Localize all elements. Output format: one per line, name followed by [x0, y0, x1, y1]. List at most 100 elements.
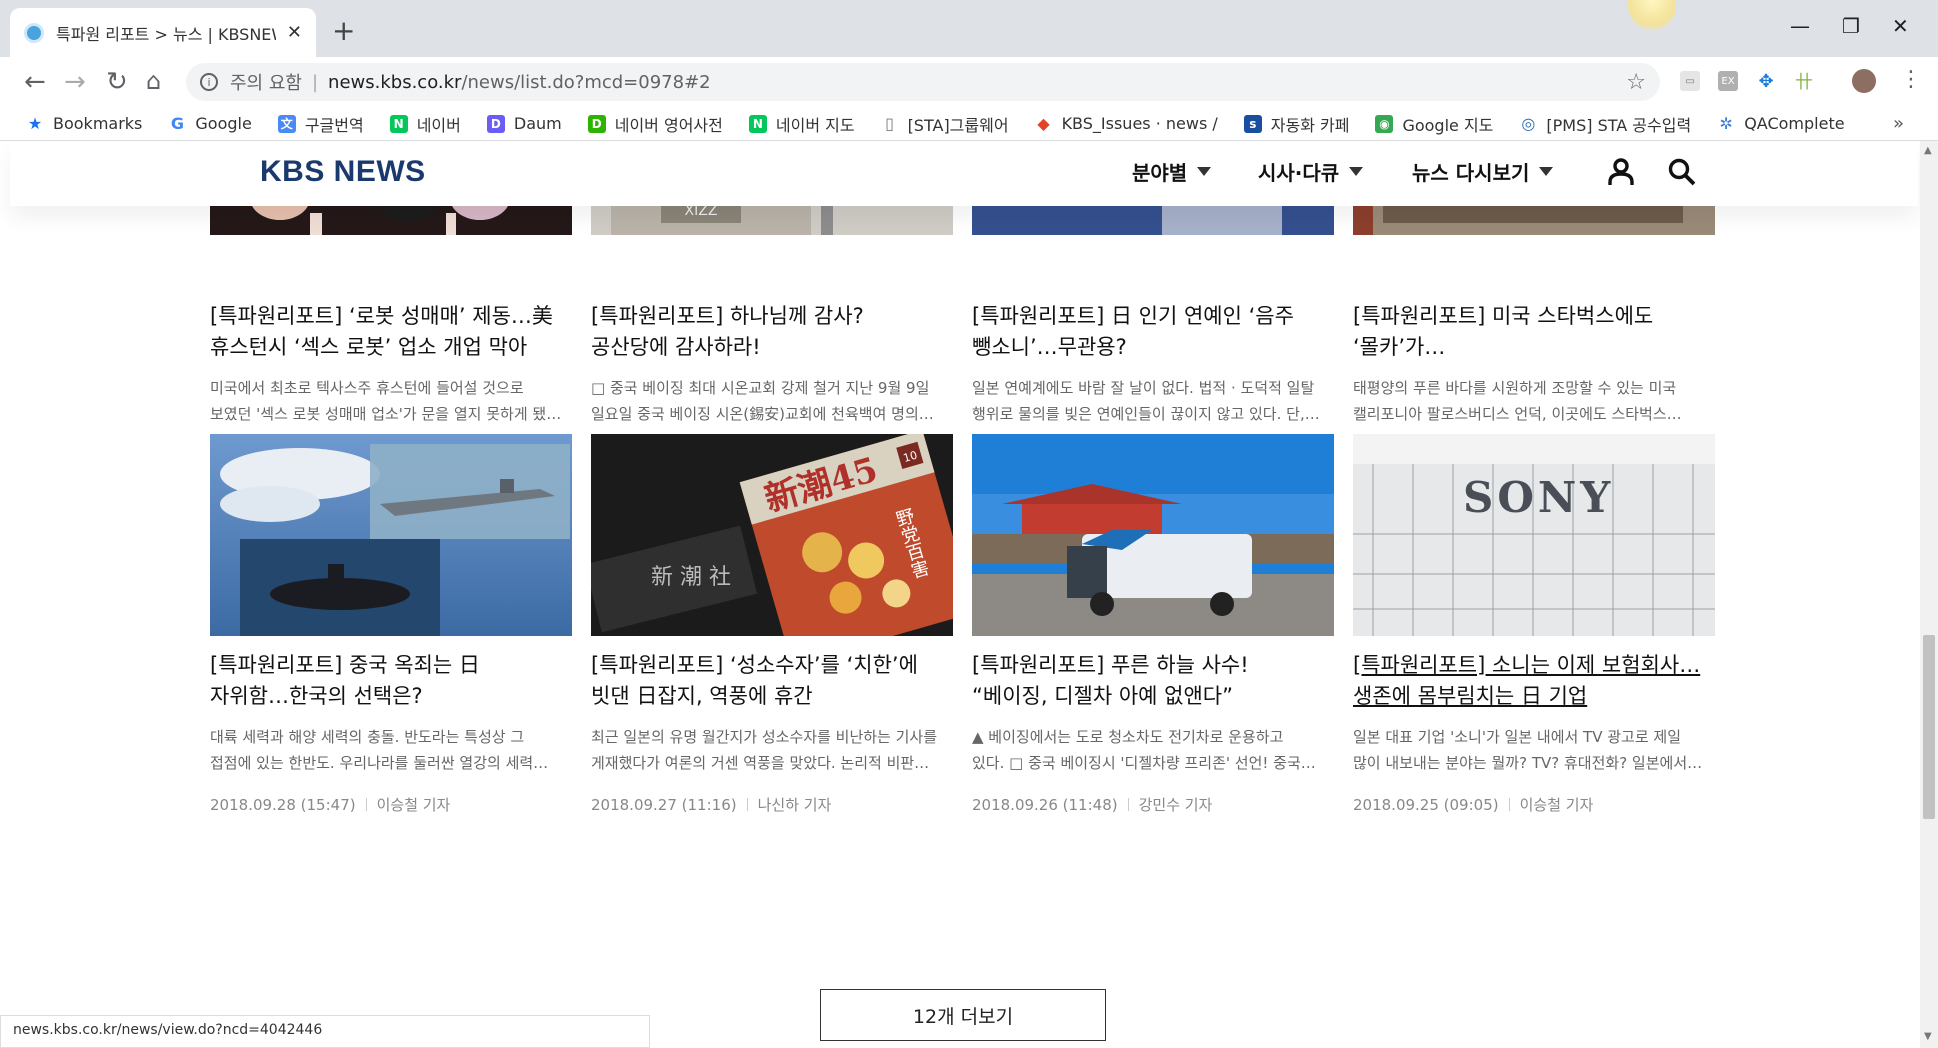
article-summary[interactable]: 미국에서 최초로 텍사스주 휴스턴에 들어설 것으로 보였던 '섹스 로봇 성매매…	[210, 375, 572, 427]
bookmark-item[interactable]: ◎ [PMS] STA 공수입력	[1519, 112, 1691, 136]
extension-icon[interactable]: ▭	[1680, 71, 1700, 91]
address-toolbar: ← → ↻ ⌂ i 주의 요함 | news.kbs.co.kr /news/l…	[0, 57, 1938, 107]
menu-replay[interactable]: 뉴스 다시보기	[1412, 157, 1554, 186]
article-summary[interactable]: 태평양의 푸른 바다를 시원하게 조망할 수 있는 미국캘리포니아 팔로스버디스…	[1353, 375, 1715, 427]
article-thumbnail[interactable]: SONY	[1353, 434, 1715, 636]
gitlab-icon: ◆	[1037, 114, 1050, 133]
bookmark-item[interactable]: G Google	[168, 114, 252, 133]
article-summary[interactable]: 최근 일본의 유명 월간지가 성소수자를 비난하는 기사를 게재했다가 여론의 거…	[591, 724, 953, 776]
arrows-extension-icon[interactable]: ✥	[1756, 71, 1776, 92]
bookmark-star-icon[interactable]: ☆	[1626, 70, 1646, 95]
article-title[interactable]: [특파원리포트] ‘성소수자’를 ‘치한’에 빗댄 日잡지, 역풍에 휴간	[591, 650, 953, 712]
article-summary[interactable]: 일본 연예계에도 바람 잘 날이 없다. 법적 · 도덕적 일탈 행위로 물의를 …	[972, 375, 1334, 427]
article-summary-line: 미국에서 최초로 텍사스주 휴스턴에 들어설 것으로	[210, 379, 524, 397]
bookmark-item[interactable]: 文 구글번역	[277, 112, 364, 136]
bookmark-label: 네이버	[416, 115, 461, 135]
window-close-icon[interactable]: ✕	[1892, 14, 1909, 38]
sign-text: 新 潮 社	[651, 565, 731, 590]
search-icon[interactable]	[1668, 158, 1696, 186]
bookmark-item[interactable]: ★ Bookmarks	[26, 114, 143, 133]
article-summary-line: ▲ 베이징에서는 도로 청소차도 전기차로 운용하고	[972, 728, 1284, 746]
article-meta: 2018.09.26 (11:48) 강민수 기자	[972, 794, 1334, 815]
article-title[interactable]: [특파원리포트] 하나님께 감사? 공산당에 감사하라!	[591, 301, 953, 363]
load-more-button[interactable]: 12개 더보기	[820, 989, 1106, 1041]
new-tab-button[interactable]: +	[332, 14, 355, 47]
bookmark-label: KBS_Issues · news /	[1061, 114, 1218, 133]
menu-category-label: 분야별	[1132, 161, 1188, 185]
info-icon[interactable]: i	[200, 73, 218, 91]
theme-decoration	[1628, 0, 1676, 30]
article-title-line: 생존에 몸부림치는 日 기업	[1353, 684, 1588, 708]
article-title[interactable]: [특파원리포트] 중국 옥죄는 日 자위함…한국의 선택은?	[210, 650, 572, 712]
bookmarks-bar: ★ Bookmarks G Google 文 구글번역 N 네이버 D Daum D 네이버 영어사전…	[0, 107, 1938, 141]
meta-divider	[365, 798, 367, 811]
article-title-line: [특파원리포트] ‘성소수자’를 ‘치한’에	[591, 653, 918, 677]
bookmarks-overflow-icon[interactable]: »	[1893, 113, 1904, 134]
forward-icon[interactable]: →	[64, 67, 86, 97]
user-icon[interactable]	[1608, 158, 1634, 186]
ladder-extension-icon[interactable]: 卄	[1794, 71, 1814, 93]
article-date: 2018.09.28 (15:47)	[210, 796, 356, 814]
scrollbar[interactable]: ▲ ▼	[1920, 141, 1938, 1048]
article-title[interactable]: [특파원리포트] 푸른 하늘 사수! “베이징, 디젤차 아예 없앤다”	[972, 650, 1334, 712]
bookmark-item[interactable]: D 네이버 영어사전	[587, 112, 723, 136]
minimize-icon[interactable]: —	[1790, 14, 1810, 38]
article-summary[interactable]: 대륙 세력과 해양 세력의 충돌. 반도라는 특성상 그 접점에 있는 한반도. …	[210, 724, 572, 776]
url-host: news.kbs.co.kr	[328, 71, 462, 93]
article-reporter: 이승철 기자	[376, 796, 451, 814]
article-summary-line: 많이 내보내는 분야는 뭘까? TV? 휴대전화? 일본에서…	[1353, 754, 1703, 772]
url-path: /news/list.do?mcd=0978#2	[461, 71, 711, 93]
article-reporter: 나신하 기자	[757, 796, 832, 814]
article-reporter: 강민수 기자	[1138, 796, 1213, 814]
ex-extension-icon[interactable]: EX	[1718, 71, 1738, 91]
reload-icon[interactable]: ↻	[106, 67, 128, 97]
article-title[interactable]: [특파원리포트] 소니는 이제 보험회사… 생존에 몸부림치는 日 기업	[1353, 650, 1715, 712]
article-card[interactable]: [특파원리포트] 중국 옥죄는 日 자위함…한국의 선택은? 대륙 세력과 해양 세…	[210, 434, 572, 815]
back-icon[interactable]: ←	[24, 67, 46, 97]
scroll-thumb[interactable]	[1923, 635, 1935, 819]
bookmark-item[interactable]: ◆ KBS_Issues · news /	[1035, 114, 1218, 133]
profile-avatar[interactable]	[1852, 69, 1876, 93]
scroll-up-icon[interactable]: ▲	[1924, 145, 1932, 156]
menu-current-affairs[interactable]: 시사·다큐	[1258, 157, 1364, 186]
article-summary[interactable]: □ 중국 베이징 최대 시온교회 강제 철거 지난 9월 9일 일요일 중국 베이…	[591, 375, 953, 427]
article-thumbnail[interactable]	[210, 434, 572, 636]
bookmark-item[interactable]: ◉ Google 지도	[1375, 112, 1493, 136]
article-title[interactable]: [특파원리포트] 미국 스타벅스에도 ‘몰카’가…	[1353, 301, 1715, 363]
bookmark-item[interactable]: N 네이버	[389, 112, 461, 136]
menu-kebab-icon[interactable]: ⋮	[1900, 67, 1922, 92]
meta-divider	[1127, 798, 1129, 811]
browser-tab[interactable]: 특파원 리포트 > 뉴스 | KBSNEWS ✕	[10, 8, 316, 57]
article-card[interactable]: [특파원리포트] 푸른 하늘 사수! “베이징, 디젤차 아예 없앤다” ▲ 베이징…	[972, 434, 1334, 815]
article-summary[interactable]: ▲ 베이징에서는 도로 청소차도 전기차로 운용하고 있다. □ 중국 베이징시 …	[972, 724, 1334, 776]
security-warning[interactable]: 주의 요함	[230, 69, 302, 95]
scroll-down-icon[interactable]: ▼	[1924, 1031, 1932, 1042]
article-meta: 2018.09.25 (09:05) 이승철 기자	[1353, 794, 1715, 815]
article-card[interactable]: 新 潮 社新潮45 10 野党百害 [특파원리포트] ‘성소수자’를 ‘치한’에 빗댄 …	[591, 434, 953, 815]
bookmark-item[interactable]: s 자동화 카페	[1243, 112, 1349, 136]
article-summary-line: 게재했다가 여론의 거센 역풍을 맞았다. 논리적 비판…	[591, 754, 930, 772]
article-meta: 2018.09.28 (15:47) 이승철 기자	[210, 794, 572, 815]
home-icon[interactable]: ⌂	[146, 67, 161, 95]
kbs-news-logo[interactable]: KBS NEWS	[260, 155, 426, 189]
restore-icon[interactable]: ❐	[1842, 14, 1860, 38]
article-title[interactable]: [특파원리포트] 日 인기 연예인 ‘음주 뺑소니’…무관용?	[972, 301, 1334, 363]
menu-current-affairs-label: 시사·다큐	[1258, 161, 1340, 185]
tab-close-icon[interactable]: ✕	[287, 22, 302, 43]
bookmark-item[interactable]: D Daum	[486, 114, 562, 133]
url-bar[interactable]: i 주의 요함 | news.kbs.co.kr /news/list.do?m…	[186, 63, 1660, 101]
article-summary[interactable]: 일본 대표 기업 '소니'가 일본 내에서 TV 광고로 제일 많이 내보내는 분…	[1353, 724, 1715, 776]
article-summary-line: 캘리포니아 팔로스버디스 언덕, 이곳에도 스타벅스…	[1353, 405, 1682, 423]
article-title[interactable]: [특파원리포트] ‘로봇 성매매’ 제동…美 휴스턴시 ‘섹스 로봇’ 업소 개업…	[210, 301, 572, 363]
google-icon: G	[170, 114, 184, 133]
bookmark-item[interactable]: ✲ QAComplete	[1717, 114, 1844, 133]
bookmark-label: Bookmarks	[53, 114, 143, 133]
bookmark-star-icon: ★	[27, 114, 43, 133]
menu-category[interactable]: 분야별	[1132, 157, 1212, 186]
article-summary-line: 태평양의 푸른 바다를 시원하게 조망할 수 있는 미국	[1353, 379, 1677, 397]
bookmark-item[interactable]: ▯ [STA]그룹웨어	[881, 112, 1008, 136]
article-card[interactable]: SONY [특파원리포트] 소니는 이제 보험회사… 생존에 몸부림치는 日 기업일…	[1353, 434, 1715, 815]
article-thumbnail[interactable]	[972, 434, 1334, 636]
article-thumbnail[interactable]: 新 潮 社新潮45 10 野党百害	[591, 434, 953, 636]
bookmark-item[interactable]: N 네이버 지도	[748, 112, 855, 136]
